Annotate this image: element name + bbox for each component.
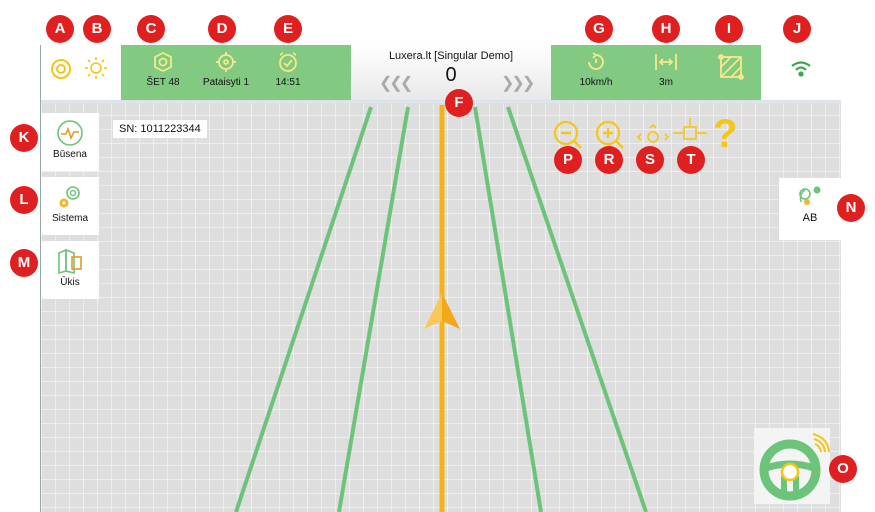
field-icon[interactable]	[717, 53, 745, 86]
badge-f: F	[445, 89, 473, 117]
steer-left-indicator: ❮❮❮	[379, 75, 413, 92]
time-status[interactable]: 14:51	[253, 51, 323, 97]
top-bar: ŠET 48 Pataisyti 1 14:51 Luxera.lt [Sing…	[41, 45, 841, 100]
badge-r: R	[595, 146, 623, 174]
help-icon[interactable]: ?	[713, 112, 737, 157]
badge-o: O	[829, 455, 857, 483]
brightness-icon[interactable]	[83, 55, 109, 86]
clock-time: 14:51	[275, 77, 301, 88]
badge-g: G	[585, 15, 613, 43]
badge-n: N	[837, 194, 865, 222]
speed-value: 10km/h	[579, 77, 613, 88]
badge-t: T	[677, 146, 705, 174]
width-value: 3m	[659, 77, 673, 88]
badge-h: H	[652, 15, 680, 43]
farm-button[interactable]: Ūkis	[41, 241, 99, 299]
map-icon	[58, 248, 82, 275]
system-button[interactable]: Sistema	[41, 177, 99, 235]
guidance-app: ŠET 48 Pataisyti 1 14:51 Luxera.lt [Sing…	[40, 45, 841, 512]
badge-c: C	[137, 15, 165, 43]
badge-a: A	[46, 15, 74, 43]
farm-label: Ūkis	[60, 277, 80, 288]
status-button[interactable]: Būsena	[41, 113, 99, 171]
badge-k: K	[10, 124, 38, 152]
status-label: Būsena	[53, 149, 87, 160]
ab-label: AB	[802, 212, 818, 224]
autosteer-button[interactable]	[754, 428, 830, 504]
steer-right-indicator: ❯❯❯	[501, 75, 535, 92]
steering-wheel-icon	[759, 433, 830, 501]
satellite-icon	[154, 51, 172, 73]
pulse-icon	[57, 120, 83, 146]
ab-line-button[interactable]: AB	[779, 178, 841, 240]
implement-width[interactable]: 3m	[631, 51, 701, 97]
satellite-status[interactable]: ŠET 48	[128, 51, 198, 97]
gear-icon	[59, 186, 80, 208]
ab-line-icon	[799, 186, 821, 205]
correction-label: Pataisyti 1	[202, 77, 250, 88]
badge-i: I	[715, 15, 743, 43]
serial-number: SN: 1011223344	[113, 120, 207, 138]
sync-icon[interactable]	[49, 57, 73, 86]
badge-d: D	[208, 15, 236, 43]
display-title: Luxera.lt [Singular Demo]	[388, 50, 514, 62]
speed-icon	[588, 52, 604, 70]
target-icon	[216, 52, 236, 72]
badge-l: L	[10, 186, 38, 214]
width-icon	[655, 54, 677, 70]
badge-p: P	[554, 146, 582, 174]
badge-j: J	[783, 15, 811, 43]
satellite-count: ŠET 48	[146, 77, 180, 88]
correction-status[interactable]: Pataisyti 1	[191, 51, 261, 97]
speed-status[interactable]: 10km/h	[561, 51, 631, 97]
wifi-icon[interactable]	[789, 59, 813, 82]
badge-m: M	[10, 249, 38, 277]
badge-b: B	[83, 15, 111, 43]
system-label: Sistema	[51, 213, 89, 224]
alarm-clock-icon	[279, 52, 297, 72]
badge-s: S	[636, 146, 664, 174]
badge-e: E	[274, 15, 302, 43]
